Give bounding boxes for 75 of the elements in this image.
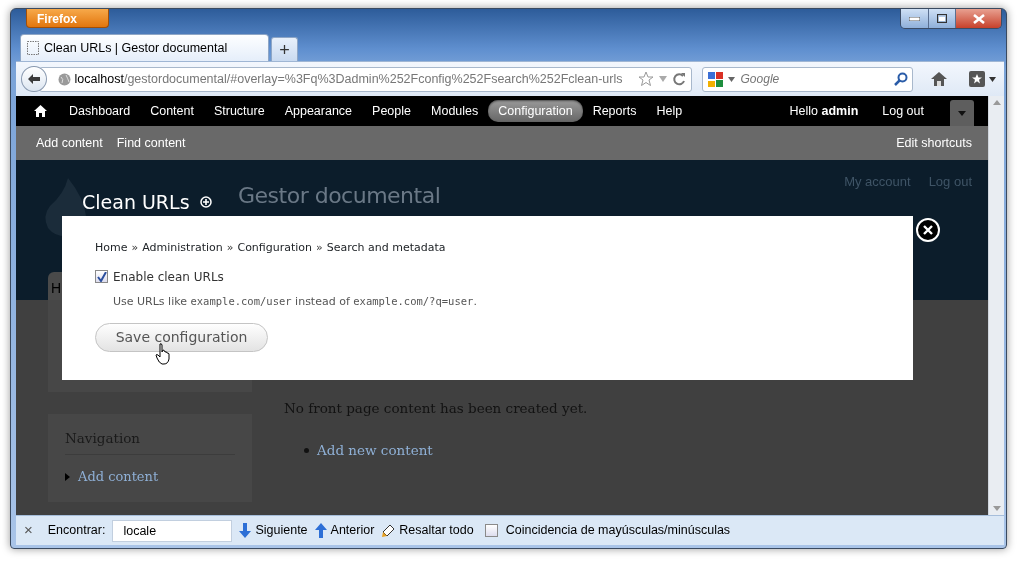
toolbar-link[interactable]: Dashboard [59,99,141,123]
shortcuts-toggle-button[interactable] [950,100,974,126]
minimize-icon [909,16,920,21]
shortcut-link[interactable]: Find content [116,133,186,153]
toolbar-link[interactable]: Structure [203,99,275,123]
overlay-title: Clean URLs [82,190,190,215]
star-icon [637,71,654,87]
new-tab-button[interactable]: + [271,37,298,61]
sidebar-link[interactable]: Add content [78,467,159,487]
search-field[interactable]: Google [701,66,913,92]
toolbar-link[interactable]: Help [646,99,693,123]
up-arrow-icon [314,523,327,538]
reload-icon [671,72,686,86]
breadcrumb-separator: » [316,241,323,254]
bullet-arrow-icon [65,473,70,481]
bookmark-star-icon [969,71,985,87]
toolbar-link[interactable]: Reports [582,99,647,123]
close-find-button[interactable]: × [24,519,33,542]
restore-icon [937,14,947,23]
edit-shortcuts-link[interactable]: Edit shortcuts [896,133,972,153]
logout-link[interactable]: Log out [882,101,924,121]
checkbox[interactable] [484,524,498,537]
home-icon [34,105,47,118]
highlighter-icon [381,523,396,538]
description-text: Use URLs like example.com/user instead of example.com/?q=user. [113,293,478,310]
search-input[interactable]: Google [738,69,890,89]
scroll-down-icon [992,506,1001,511]
caret-icon [958,110,966,116]
find-label: Encontrar: [47,522,106,540]
close-icon [923,225,933,235]
greeting-text: Hello admin [789,102,859,120]
back-arrow-icon [26,73,41,85]
toolbar-link[interactable]: Configuration [488,99,583,123]
next-button[interactable]: Siguiente [239,521,308,540]
hand-cursor-icon [155,343,171,365]
toolbar-link[interactable]: People [362,99,421,123]
toolbar-link[interactable]: Modules [421,99,489,123]
breadcrumb-link[interactable]: Home [95,241,128,254]
save-button[interactable]: Save configuration [95,323,268,352]
breadcrumb-link[interactable]: Search and metadata [326,241,446,254]
home-icon [931,72,947,86]
dropdown-icon [657,75,668,83]
breadcrumb-link[interactable]: Configuration [237,241,313,254]
scroll-up-icon [992,100,1001,105]
page-icon [27,41,39,55]
toolbar-link[interactable]: Content [140,99,204,123]
checkbox[interactable] [95,270,108,283]
checkbox-label[interactable]: Coincidencia de mayúsculas/minúsculas [505,521,731,540]
shortcut-link[interactable]: Add content [36,133,103,153]
breadcrumb-separator: » [226,241,234,254]
previous-button[interactable]: Anterior [314,521,375,540]
back-button[interactable] [21,66,47,92]
bookmarks-button[interactable] [969,71,996,87]
breadcrumb-link[interactable]: Administration [142,241,223,254]
url-text: localhost/gestordocumental/#overlay=%3Fq%3Dadmin%252Fconfig%252Fsearch%252Fclean-urls [74,70,624,88]
close-icon [972,13,985,24]
dropdown-icon [727,76,735,82]
toolbar-link[interactable]: Appearance [274,99,363,123]
search-icon [894,72,908,86]
site-name: Gestor documental [238,182,441,210]
bullet-icon [304,447,309,453]
browser-tab[interactable]: Clean URLs | Gestor documental [20,34,269,61]
breadcrumb-separator: » [131,241,139,254]
search-engine-icon [706,70,724,88]
highlight-all-button[interactable]: Resaltar todo [381,521,474,540]
home-button[interactable] [931,72,947,86]
add-shortcut-icon [199,196,212,209]
content-link[interactable]: Add new content [317,440,433,461]
maximize-button[interactable] [928,9,955,28]
checkbox-label[interactable]: Enable clean URLs [113,267,224,286]
scrollbar[interactable] [988,96,1004,515]
find-field[interactable]: locale [112,519,233,542]
down-arrow-icon [239,523,252,538]
globe-icon [57,72,71,86]
caret-icon [989,76,996,82]
